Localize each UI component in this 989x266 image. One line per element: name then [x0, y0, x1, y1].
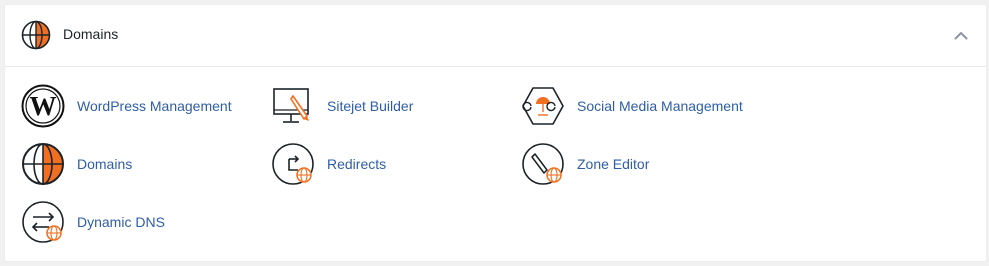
item-social-media-management[interactable]: Social Media Management	[521, 84, 761, 130]
item-label: Social Media Management	[577, 98, 743, 114]
svg-text:W: W	[30, 91, 57, 121]
domains-panel: Domains W WordPress Management Sitejet B…	[4, 4, 987, 262]
redirect-icon	[272, 143, 314, 185]
item-label: Sitejet Builder	[327, 98, 414, 114]
item-wordpress-management[interactable]: W WordPress Management	[21, 84, 251, 130]
item-label: Redirects	[327, 156, 387, 172]
globe-icon	[21, 20, 51, 50]
item-redirects[interactable]: Redirects	[271, 142, 401, 188]
item-label: Dynamic DNS	[77, 214, 165, 230]
item-dynamic-dns[interactable]: Dynamic DNS	[21, 200, 181, 246]
chevron-up-icon[interactable]	[954, 31, 968, 40]
item-domains[interactable]: Domains	[21, 142, 151, 188]
wordpress-icon: W	[21, 84, 65, 128]
section-title: Domains	[63, 26, 119, 42]
zone-editor-icon	[522, 143, 564, 185]
domains-panel-header[interactable]: Domains	[5, 5, 986, 67]
social-media-icon	[522, 87, 564, 125]
globe-icon	[22, 143, 64, 185]
item-label: WordPress Management	[77, 98, 232, 114]
item-label: Domains	[77, 156, 133, 172]
item-zone-editor[interactable]: Zone Editor	[521, 142, 671, 188]
item-label: Zone Editor	[577, 156, 650, 172]
item-sitejet-builder[interactable]: Sitejet Builder	[271, 84, 441, 130]
dynamic-dns-icon	[22, 201, 64, 243]
sitejet-monitor-icon	[273, 88, 309, 123]
